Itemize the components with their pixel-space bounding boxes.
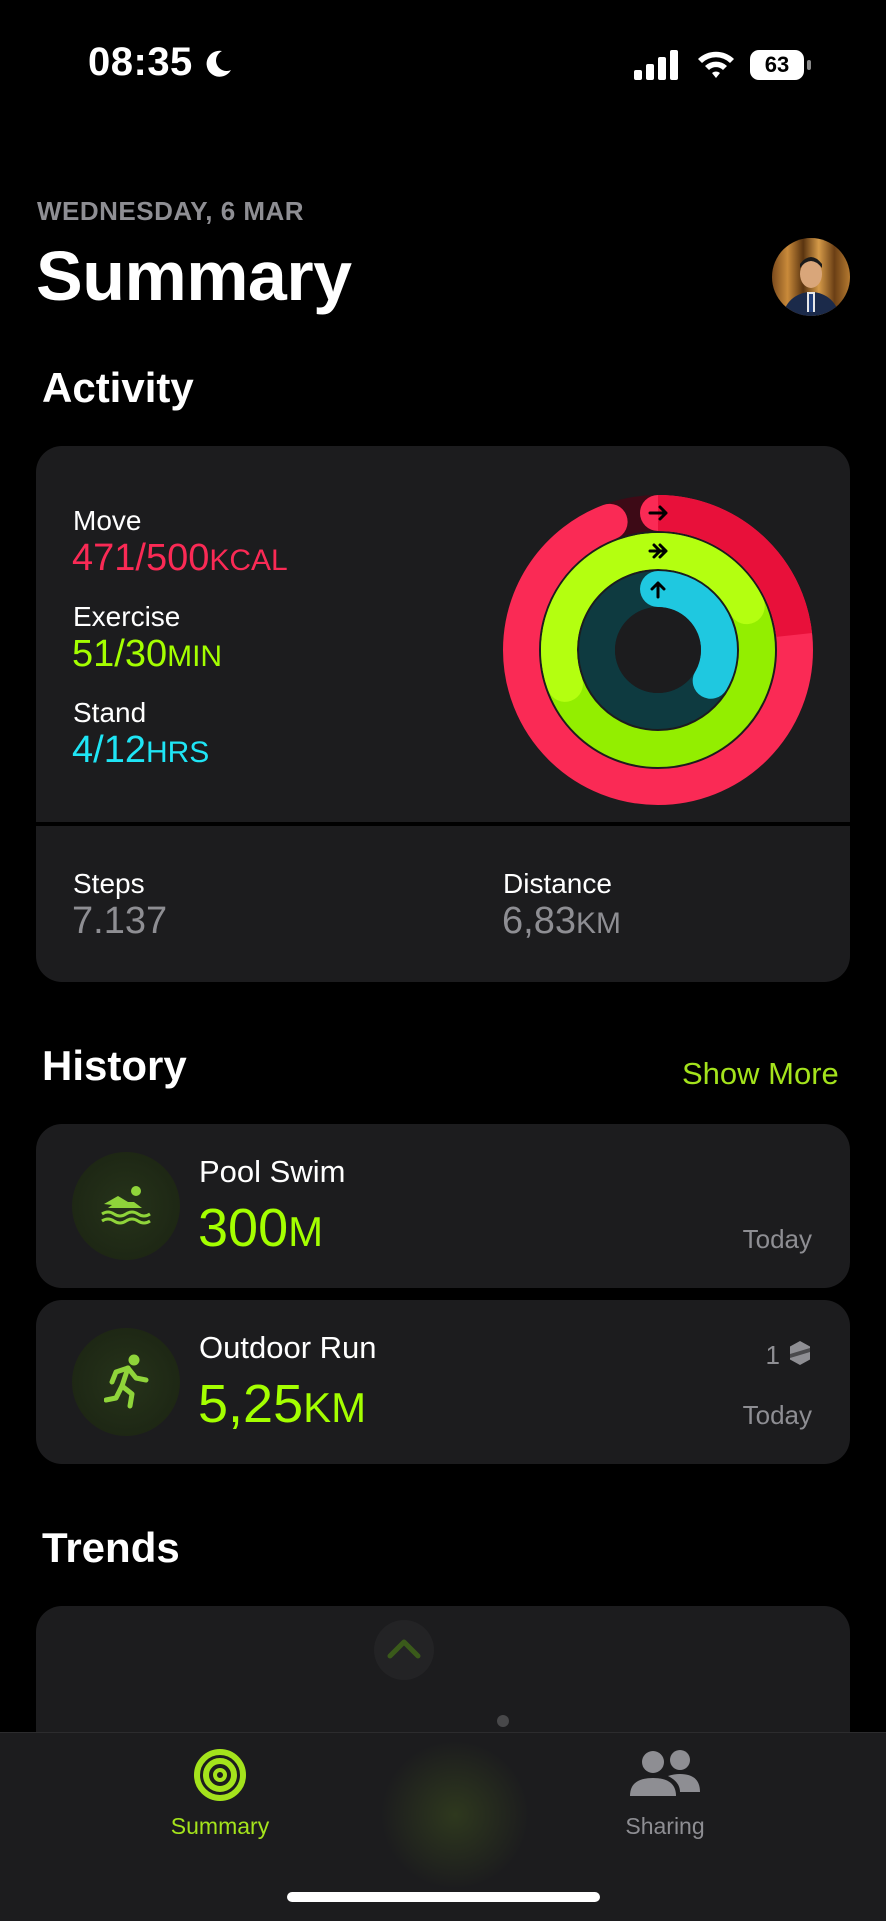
battery-indicator: 63 [750, 50, 812, 80]
profile-avatar[interactable] [772, 238, 850, 316]
move-value: 471/500KCAL [72, 537, 288, 579]
swim-icon [101, 1186, 151, 1225]
steps-label: Steps [73, 868, 145, 899]
wifi-icon [698, 51, 734, 78]
page-title: Summary [36, 237, 352, 315]
ring-center [615, 607, 701, 693]
battery-level: 63 [750, 50, 804, 80]
exercise-unit: MIN [167, 640, 223, 673]
avatar-image [772, 238, 850, 316]
tab-sharing-label: Sharing [625, 1813, 705, 1839]
history-item-date: Today [742, 1224, 812, 1254]
move-label: Move [73, 505, 142, 536]
chevron-up-icon [387, 1639, 421, 1659]
status-time: 08:35 [88, 40, 193, 84]
history-section-title: History [42, 1042, 187, 1089]
distance-value: 6,83KM [502, 900, 621, 942]
tab-bar-glow [380, 1740, 530, 1890]
stand-label: Stand [73, 697, 147, 728]
trends-section-title: Trends [42, 1524, 180, 1571]
page-indicator-dot [497, 1715, 509, 1727]
history-item-badge-count: 1 [765, 1340, 780, 1370]
history-item-unit: KM [303, 1384, 367, 1431]
move-unit: KCAL [209, 544, 288, 577]
steps-value: 7.137 [72, 900, 168, 942]
history-item-name: Outdoor Run [199, 1330, 377, 1365]
activity-card-divider [36, 822, 850, 826]
activity-rings-icon [194, 1749, 246, 1801]
run-icon [104, 1354, 149, 1409]
exercise-value: 51/30MIN [72, 633, 223, 675]
show-more-link[interactable]: Show More [682, 1056, 839, 1092]
moon-icon [206, 50, 231, 77]
stand-unit: HRS [145, 736, 210, 769]
tab-summary-label: Summary [170, 1813, 270, 1839]
date-label: WEDNESDAY, 6 MAR [37, 196, 305, 226]
award-badge-icon [790, 1341, 810, 1365]
home-indicator[interactable] [287, 1892, 600, 1902]
activity-rings[interactable] [498, 490, 818, 810]
exercise-label: Exercise [73, 601, 181, 632]
history-item-value: 300M [198, 1198, 324, 1258]
distance-label: Distance [503, 868, 612, 899]
distance-unit: KM [575, 907, 621, 940]
activity-section-title: Activity [42, 364, 194, 411]
cellular-signal-icon [634, 50, 678, 80]
history-item-value: 5,25KM [198, 1374, 367, 1434]
history-item-date: Today [742, 1400, 812, 1430]
battery-cap [807, 60, 811, 70]
history-item-name: Pool Swim [199, 1154, 346, 1189]
people-icon [630, 1750, 700, 1796]
stand-value: 4/12HRS [72, 729, 210, 771]
history-item-unit: M [288, 1208, 324, 1255]
